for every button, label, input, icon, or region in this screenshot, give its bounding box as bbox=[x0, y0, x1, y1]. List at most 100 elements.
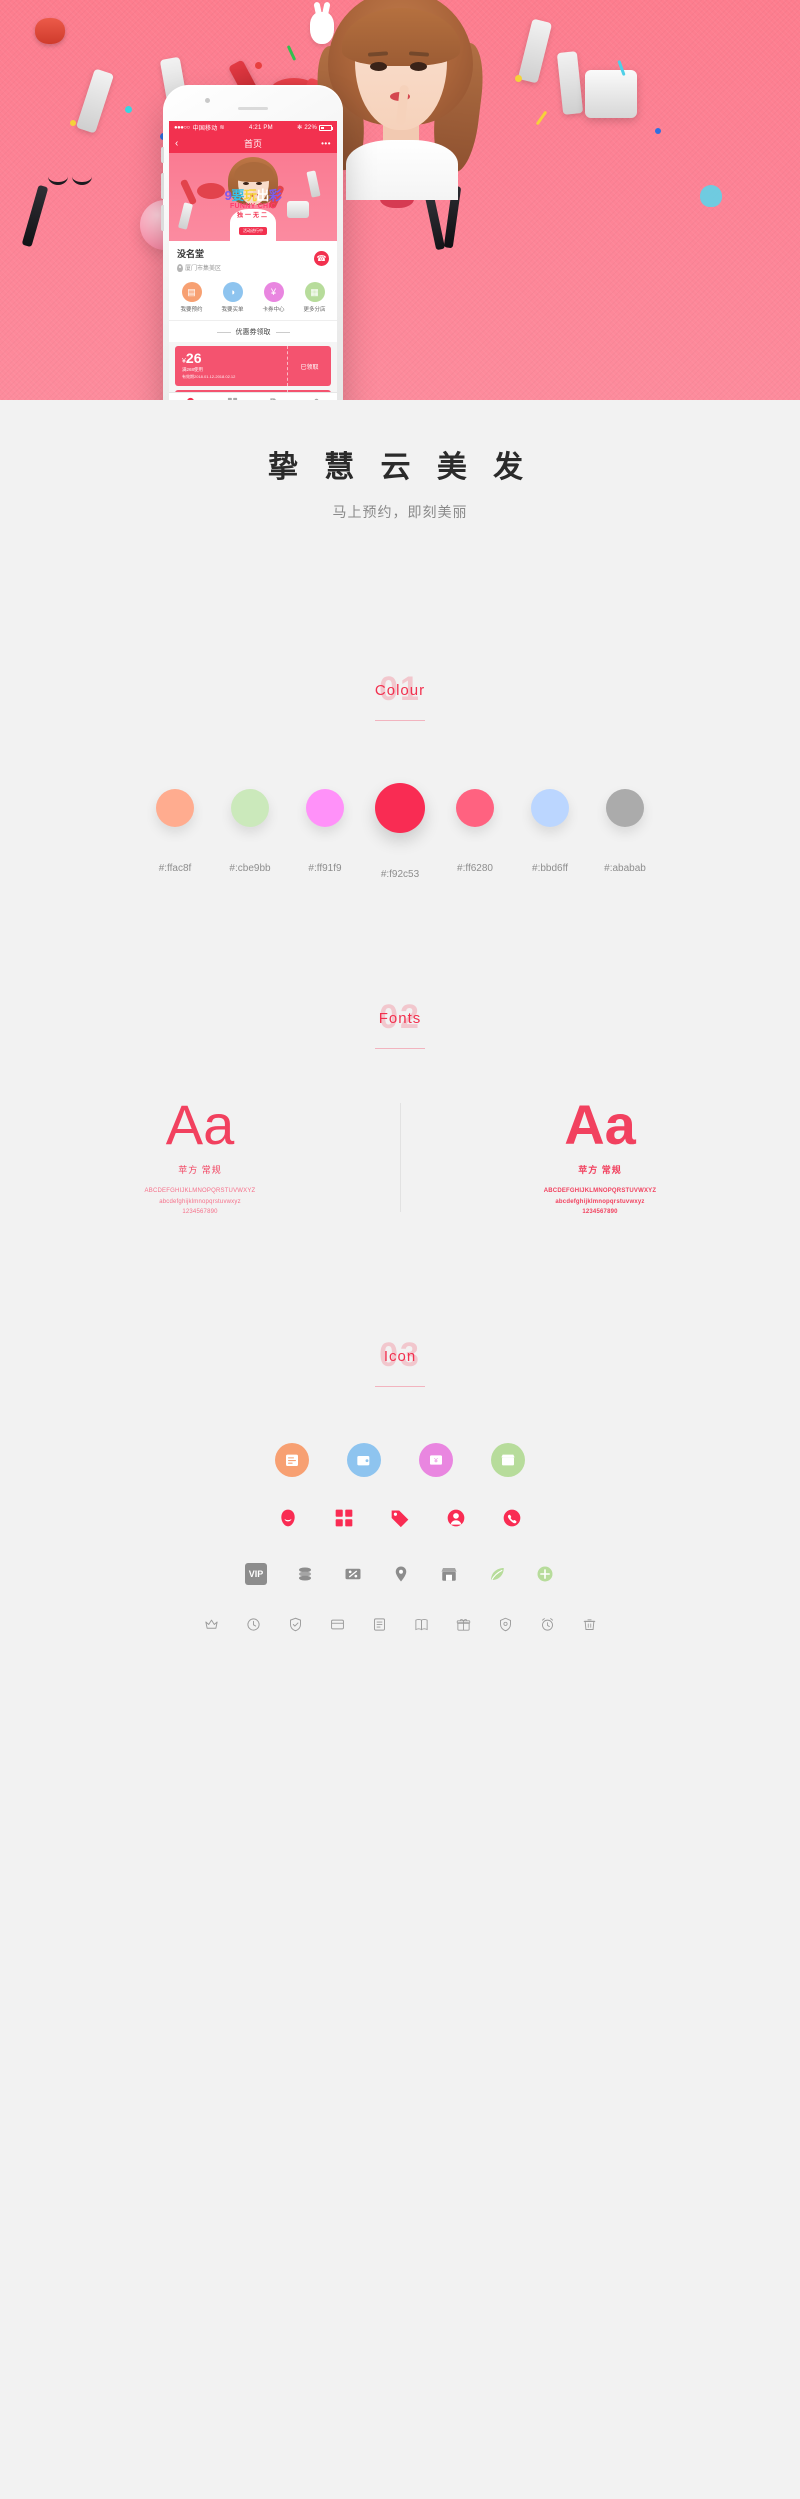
banner-char-3: 出 bbox=[256, 188, 269, 203]
menu-label: 卡券中心 bbox=[262, 307, 285, 313]
tab-category[interactable]: 分类 bbox=[211, 397, 253, 400]
gem-prop bbox=[700, 185, 722, 207]
badge-icon[interactable] bbox=[495, 1615, 515, 1635]
font-specimen-list: Aa 苹方 常规 ABCDEFGHIJKLMNOPQRSTUVWXYZ abcd… bbox=[0, 1097, 800, 1218]
phone-mockup: ●●●○○ 中国移动 ≋ 4:21 PM ✻ 22% ‹ 首页 ••• 9要玩出… bbox=[161, 85, 343, 400]
banner-tag: 活动进行中 bbox=[239, 227, 267, 235]
discount-icon[interactable] bbox=[343, 1564, 363, 1584]
swatch-hex: #:f92c53 bbox=[380, 869, 420, 880]
menu-item-coupon-center[interactable]: ¥ 卡券中心 bbox=[253, 282, 294, 313]
font-specimen-regular: Aa 苹方 常规 ABCDEFGHIJKLMNOPQRSTUVWXYZ abcd… bbox=[0, 1097, 400, 1218]
colour-swatch[interactable]: #:cbe9bb bbox=[213, 789, 288, 880]
divider-line bbox=[216, 331, 231, 333]
colour-swatch[interactable]: #:ff91f9 bbox=[288, 789, 363, 880]
app-navbar: ‹ 首页 ••• bbox=[169, 134, 337, 153]
banner-char-2: 玩 bbox=[243, 188, 257, 203]
call-shop-button[interactable]: ☎ bbox=[314, 251, 329, 266]
colour-swatch[interactable]: #:ababab bbox=[588, 789, 663, 880]
tag-price-icon[interactable] bbox=[389, 1507, 411, 1529]
coupon-section-header: 优惠券领取 bbox=[169, 321, 337, 342]
section-rule bbox=[375, 1048, 425, 1049]
tab-home[interactable]: 首页 bbox=[169, 397, 211, 400]
font-digits: 1234567890 bbox=[582, 1209, 618, 1215]
app-banner[interactable]: 9要玩出彩 FUNNY CHIC 独一无二 活动进行中 bbox=[169, 153, 337, 241]
menu-item-booking[interactable]: ▤ 我要预约 bbox=[171, 282, 212, 313]
swatch-hex: #:ff6280 bbox=[457, 863, 493, 874]
font-uppercase: ABCDEFGHIJKLMNOPQRSTUVWXYZ bbox=[144, 1188, 256, 1194]
section-label: Colour bbox=[374, 682, 426, 699]
notebook-icon[interactable] bbox=[369, 1615, 389, 1635]
swatch-dot bbox=[156, 789, 194, 827]
confetti-dot bbox=[255, 62, 262, 69]
crown-icon[interactable] bbox=[201, 1615, 221, 1635]
banner-subtitle: FUNNY CHIC bbox=[229, 203, 277, 210]
wallet-icon[interactable] bbox=[347, 1442, 381, 1477]
coins-icon[interactable] bbox=[295, 1564, 315, 1584]
icon-row-brand-red bbox=[0, 1507, 800, 1529]
colour-swatch[interactable]: #:ff6280 bbox=[438, 789, 513, 880]
swatch-hex: #:ff91f9 bbox=[308, 863, 342, 874]
false-lashes-prop bbox=[48, 168, 94, 186]
tab-bargain[interactable]: 砍价 bbox=[253, 397, 295, 400]
shop-name: 没名堂 bbox=[177, 249, 205, 259]
icon-row-colored-circles: ¥ bbox=[0, 1442, 800, 1477]
menu-item-stores[interactable]: ▦ 更多分店 bbox=[294, 282, 335, 313]
more-button[interactable]: ••• bbox=[321, 139, 331, 148]
swatch-dot bbox=[375, 783, 425, 833]
icon-section: 03 Icon ¥ VIP bbox=[0, 1218, 800, 1725]
svg-text:¥: ¥ bbox=[434, 1457, 438, 1464]
calendar-icon[interactable] bbox=[275, 1442, 309, 1477]
colour-swatch-primary[interactable]: #:f92c53 bbox=[363, 783, 438, 880]
phone-icon[interactable] bbox=[501, 1507, 523, 1529]
colour-section: 01 Colour #:ffac8f #:cbe9bb #:ff91f9 #:f… bbox=[0, 522, 800, 880]
leaf-icon[interactable] bbox=[487, 1564, 507, 1584]
font-digits: 1234567890 bbox=[182, 1209, 218, 1215]
phone-mute-switch bbox=[161, 147, 164, 163]
menu-item-pay[interactable]: ◑ 我要买单 bbox=[212, 282, 253, 313]
phone-screen: ●●●○○ 中国移动 ≋ 4:21 PM ✻ 22% ‹ 首页 ••• 9要玩出… bbox=[169, 121, 337, 400]
grid-icon[interactable] bbox=[333, 1507, 355, 1529]
swatch-hex: #:bbd6ff bbox=[532, 863, 568, 874]
clock-icon[interactable] bbox=[243, 1615, 263, 1635]
location-pin-icon bbox=[177, 263, 183, 272]
shield-check-icon[interactable] bbox=[285, 1615, 305, 1635]
wallet-icon: ◑ bbox=[222, 282, 243, 302]
trash-icon[interactable] bbox=[579, 1615, 599, 1635]
font-sample: Aa bbox=[564, 1093, 636, 1156]
coupon-yuan-icon[interactable]: ¥ bbox=[419, 1442, 453, 1477]
user-icon[interactable] bbox=[445, 1507, 467, 1529]
grid-icon bbox=[211, 397, 253, 400]
shop-icon[interactable] bbox=[439, 1564, 459, 1584]
home-face-icon[interactable] bbox=[277, 1507, 299, 1529]
location-pin-icon[interactable] bbox=[391, 1564, 411, 1584]
coupon-status[interactable]: 已领取 bbox=[287, 346, 331, 386]
store-icon[interactable] bbox=[491, 1442, 525, 1477]
book-icon[interactable] bbox=[411, 1615, 431, 1635]
tag-icon bbox=[253, 397, 295, 400]
colour-swatch[interactable]: #:ffac8f bbox=[138, 789, 213, 880]
banner-char-1: 要 bbox=[231, 188, 244, 203]
colour-swatch[interactable]: #:bbd6ff bbox=[513, 789, 588, 880]
card-icon[interactable] bbox=[327, 1615, 347, 1635]
tab-profile[interactable]: 我的 bbox=[295, 397, 337, 400]
confetti-dot bbox=[515, 75, 522, 82]
coupon-condition: 满268使用 bbox=[182, 367, 204, 372]
signal-dots-icon: ●●●○○ bbox=[174, 124, 190, 131]
vip-icon[interactable]: VIP bbox=[245, 1562, 267, 1585]
store-icon: ▦ bbox=[304, 282, 325, 302]
alarm-icon[interactable] bbox=[537, 1615, 557, 1635]
coupon-card[interactable]: ¥26 满268使用 有效期2018.01.12-2018.02.12 已领取 bbox=[175, 346, 331, 386]
page-title: 首页 bbox=[243, 139, 262, 149]
confetti-dot bbox=[125, 106, 132, 113]
project-title: 挚 慧 云 美 发 bbox=[267, 451, 533, 484]
swatch-hex: #:ababab bbox=[604, 863, 646, 874]
icon-row-grey-outline bbox=[0, 1615, 800, 1635]
user-icon bbox=[295, 397, 337, 400]
gift-icon[interactable] bbox=[453, 1615, 473, 1635]
swatch-dot bbox=[456, 789, 494, 827]
shop-address: 厦门市集美区 bbox=[185, 266, 222, 272]
plus-circle-icon[interactable] bbox=[535, 1564, 555, 1584]
coupon-icon: ¥ bbox=[263, 282, 284, 302]
quick-menu-row: ▤ 我要预约 ◑ 我要买单 ¥ 卡券中心 ▦ 更多分店 bbox=[169, 276, 337, 321]
shop-address-row: 厦门市集美区 bbox=[177, 263, 329, 272]
